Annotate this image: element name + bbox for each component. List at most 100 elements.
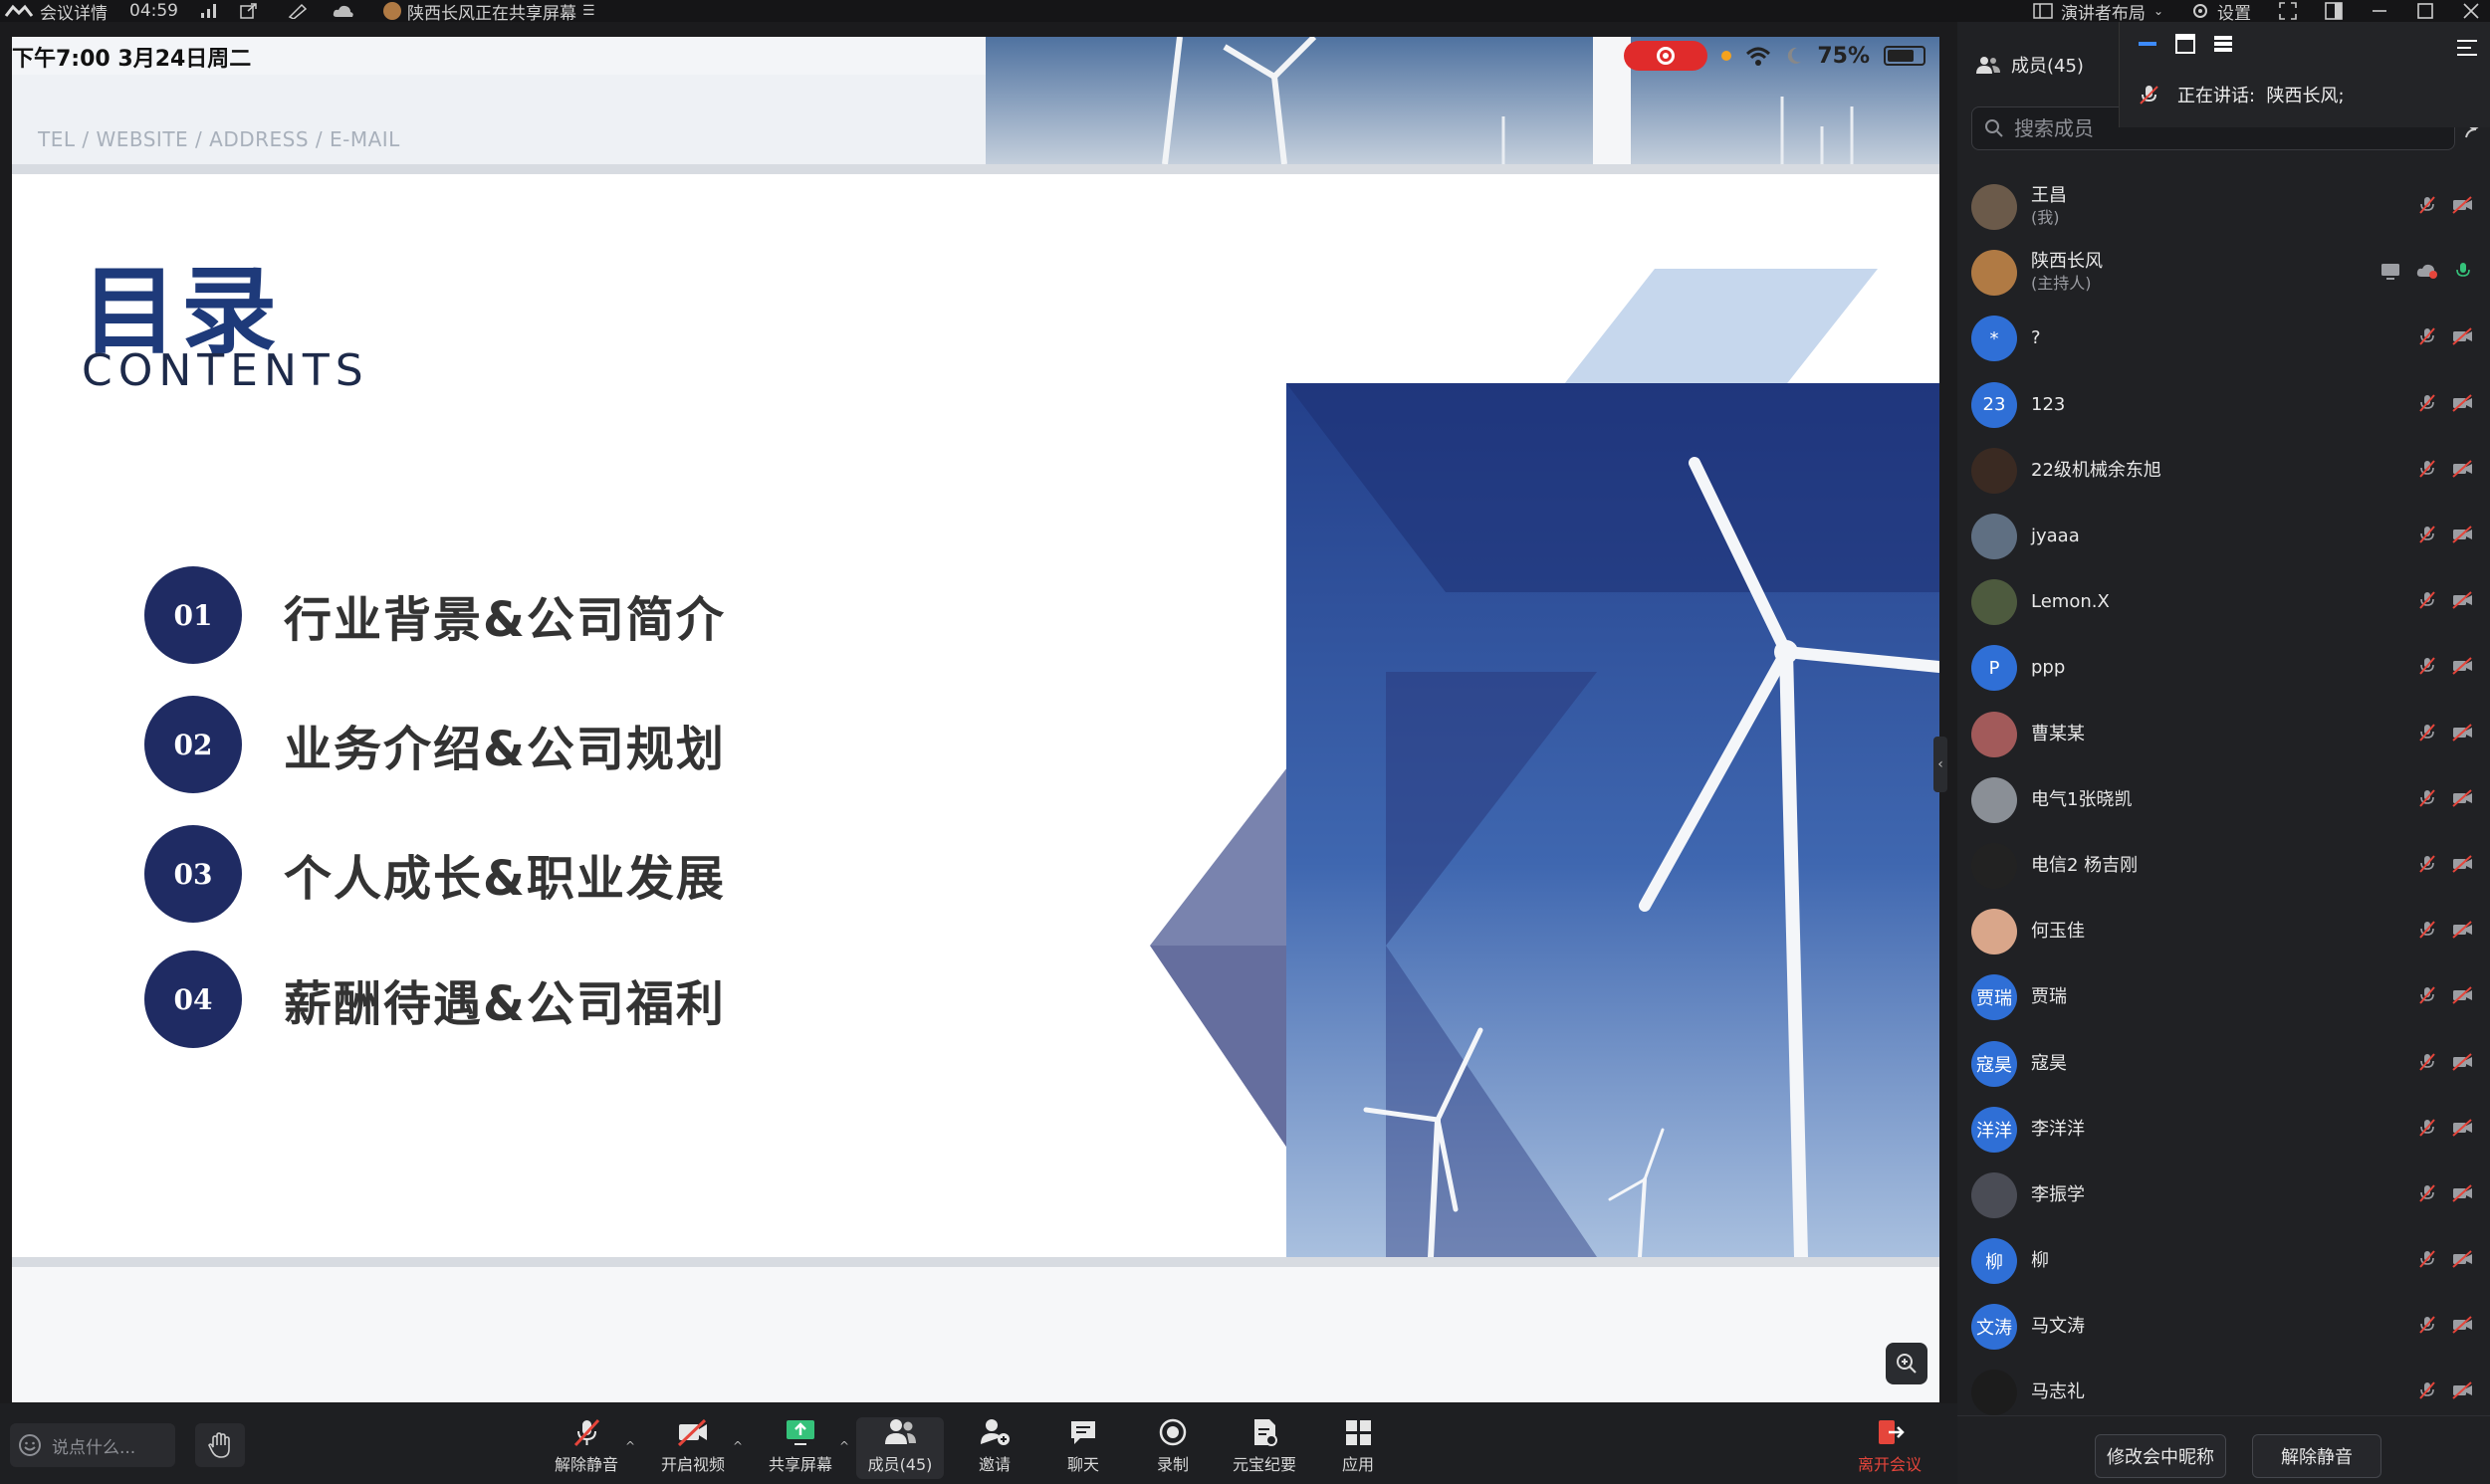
member-mic[interactable] [2417,788,2437,812]
member-camera[interactable] [2451,1118,2473,1142]
minutes-button[interactable]: 元宝纪要 [1221,1417,1308,1479]
member-row[interactable]: 陕西长风 (主持人) [1971,240,2479,306]
emoji-icon[interactable] [18,1433,42,1457]
member-row[interactable]: 电信2 杨吉刚 [1971,833,2479,899]
member-camera[interactable] [2451,1052,2473,1076]
member-mic[interactable] [2417,525,2437,548]
members-button[interactable]: 成员(45) [856,1417,944,1479]
member-mic[interactable] [2417,1380,2437,1404]
member-camera[interactable] [2451,459,2473,483]
member-row[interactable]: 贾瑞 贾瑞 [1971,964,2479,1030]
share-screen-button[interactable]: 共享屏幕 [757,1417,844,1479]
member-mic[interactable] [2417,1118,2437,1142]
member-mic[interactable] [2417,1249,2437,1273]
member-row[interactable]: 何玉佳 [1971,899,2479,964]
minimize-view-icon[interactable] [2138,34,2157,54]
member-row[interactable]: 柳柳 [1971,1228,2479,1294]
member-camera[interactable] [2451,1183,2473,1207]
quick-chat-input[interactable]: 说点什么... [10,1423,175,1467]
overlay-menu-icon[interactable] [2456,38,2478,58]
list-view-icon[interactable] [2213,34,2233,54]
member-mic[interactable] [2453,261,2473,285]
member-row[interactable]: Lemon.X [1971,569,2479,635]
member-mic[interactable] [2417,723,2437,746]
member-mic[interactable] [2417,656,2437,680]
member-name: 贾瑞 [2031,986,2067,1008]
member-row[interactable]: 电气1张晓凯 [1971,767,2479,833]
member-mic[interactable] [2417,1183,2437,1207]
member-camera[interactable] [2451,590,2473,614]
member-camera[interactable] [2451,920,2473,944]
member-mic[interactable] [2417,393,2437,417]
shared-screen[interactable]: 下午7:00 3月24日周二 75% TEL / WEBSITE / ADDRE… [12,37,1939,1402]
member-camera[interactable] [2451,393,2473,417]
sharing-notice[interactable]: 陕西长风正在共享屏幕 ☰ [383,0,595,24]
settings-button[interactable]: 设置 [2191,0,2251,24]
member-mic[interactable] [2417,920,2437,944]
member-camera[interactable] [2451,854,2473,878]
signal-icon[interactable] [200,3,218,19]
fullscreen-icon[interactable] [2279,2,2297,20]
apps-button[interactable]: 应用 [1314,1417,1402,1479]
member-mic[interactable] [2417,459,2437,483]
member-mic[interactable] [2417,195,2437,219]
member-camera[interactable] [2451,1380,2473,1404]
member-row[interactable]: 李振学 [1971,1163,2479,1228]
member-camera[interactable] [2451,985,2473,1009]
share-options-caret[interactable]: ^ [839,1439,849,1453]
collapse-panel-button[interactable]: ‹ [1933,737,1947,792]
popout-icon[interactable] [240,3,258,19]
annotate-icon[interactable] [288,3,310,19]
toc-number: 02 [144,696,242,793]
zoom-button[interactable] [1886,1343,1927,1384]
member-mic[interactable] [2417,985,2437,1009]
layout-switch[interactable]: 演讲者布局 ⌄ [2033,0,2163,24]
member-name: 李振学 [2031,1183,2085,1205]
toc-number: 04 [144,951,242,1048]
rename-button[interactable]: 修改会中昵称 [2095,1434,2226,1478]
member-status-icons [2417,1249,2473,1273]
member-row[interactable]: jyaaa [1971,504,2479,569]
member-mic[interactable] [2417,326,2437,350]
member-row[interactable]: *? [1971,306,2479,371]
member-row[interactable]: Pppp [1971,635,2479,701]
member-camera[interactable] [2451,195,2473,219]
video-options-caret[interactable]: ^ [733,1439,743,1453]
split-view-icon[interactable] [2325,2,2343,20]
member-camera[interactable] [2451,1249,2473,1273]
start-video-button[interactable]: 开启视频 [649,1417,737,1479]
raise-hand-button[interactable] [195,1423,245,1467]
member-row[interactable]: 王昌 (我) [1971,174,2479,240]
member-status-icons [2417,854,2473,878]
member-camera[interactable] [2451,656,2473,680]
member-mic[interactable] [2417,1052,2437,1076]
maximize-icon[interactable] [2416,2,2434,20]
member-row[interactable]: 22级机械余东旭 [1971,438,2479,504]
member-row[interactable]: 23 123 [1971,372,2479,438]
close-icon[interactable] [2462,2,2480,20]
member-mic[interactable] [2417,590,2437,614]
member-camera[interactable] [2451,723,2473,746]
window-view-icon[interactable] [2175,34,2195,54]
chat-label: 聊天 [1066,1455,1099,1474]
member-camera[interactable] [2451,1315,2473,1339]
member-camera[interactable] [2451,326,2473,350]
member-row[interactable]: 洋洋 李洋洋 [1971,1097,2479,1163]
member-mic[interactable] [2417,854,2437,878]
unmute-button[interactable]: 解除静音 [543,1417,630,1479]
unmute-all-button[interactable]: 解除静音 [2252,1434,2381,1478]
member-camera[interactable] [2451,525,2473,548]
member-row[interactable]: 文涛 马文涛 [1971,1294,2479,1360]
record-button[interactable]: 录制 [1129,1417,1217,1479]
audio-options-caret[interactable]: ^ [625,1439,635,1453]
member-row[interactable]: 寇昊 寇昊 [1971,1030,2479,1096]
member-mic[interactable] [2417,1315,2437,1339]
invite-button[interactable]: 邀请 [951,1417,1038,1479]
meeting-details[interactable]: 会议详情 [4,0,108,24]
leave-meeting-button[interactable]: 离开会议 [1846,1417,1933,1479]
member-camera[interactable] [2451,788,2473,812]
member-row[interactable]: 曹某某 [1971,702,2479,767]
cloud-icon[interactable] [332,3,355,19]
chat-button[interactable]: 聊天 [1039,1417,1127,1479]
minimize-icon[interactable] [2371,2,2388,20]
